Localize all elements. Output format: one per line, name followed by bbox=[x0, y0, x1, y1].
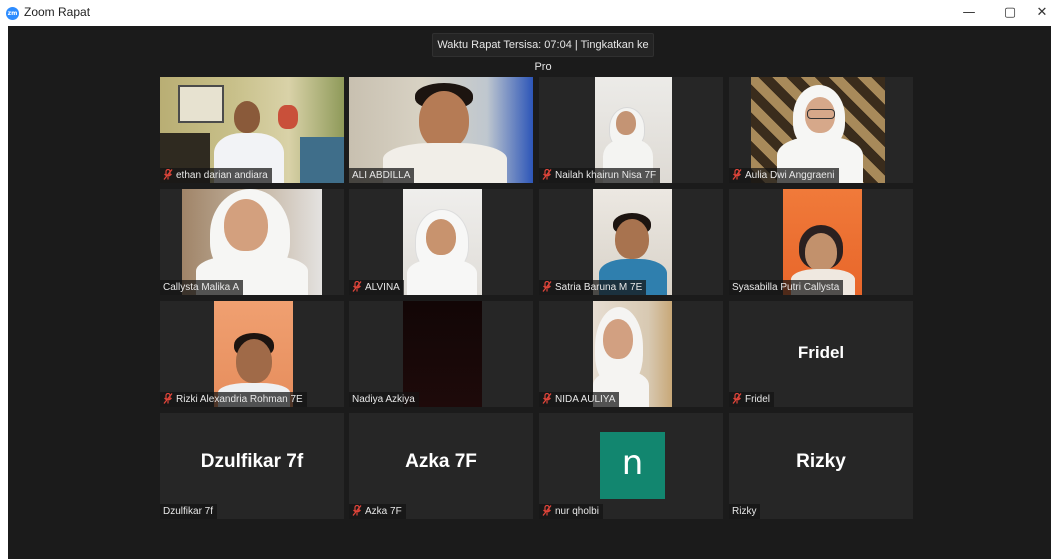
muted-mic-icon bbox=[542, 169, 552, 180]
participant-tile-rizky[interactable]: Rizky Rizky bbox=[729, 413, 913, 519]
participant-tile-callysta[interactable]: Callysta Malika A bbox=[160, 189, 344, 295]
participant-tile-dzulfikar[interactable]: Dzulfikar 7f Dzulfikar 7f bbox=[160, 413, 344, 519]
participant-name-tag: Azka 7F bbox=[349, 504, 406, 519]
close-button[interactable]: ✕ bbox=[1024, 2, 1059, 24]
participant-tile-rizki[interactable]: Rizki Alexandria Rohman 7E bbox=[160, 301, 344, 407]
participant-name: Azka 7F bbox=[365, 506, 402, 517]
participant-tile-syasabilla[interactable]: Syasabilla Putri Callysta bbox=[729, 189, 913, 295]
participant-name-tag: Aulia Dwi Anggraeni bbox=[729, 168, 839, 183]
participant-display-name: Dzulfikar 7f bbox=[200, 451, 304, 472]
muted-mic-icon bbox=[163, 393, 173, 404]
participant-name-tag: nur qholbi bbox=[539, 504, 603, 519]
participant-tile-fridel[interactable]: Fridel Fridel bbox=[729, 301, 913, 407]
participant-display-name: Azka 7F bbox=[405, 451, 477, 472]
muted-mic-icon bbox=[732, 393, 742, 404]
muted-mic-icon bbox=[163, 169, 173, 180]
maximize-button[interactable]: ▢ bbox=[992, 2, 1028, 24]
participant-name-tag: Nadiya Azkiya bbox=[349, 392, 419, 407]
participant-tile-ethan[interactable]: ethan darian andiara bbox=[160, 77, 344, 183]
participant-name: ALVINA bbox=[365, 282, 400, 293]
meeting-gallery-view: Waktu Rapat Tersisa: 07:04 | Tingkatkan … bbox=[8, 26, 1051, 559]
participant-name-tag: ALVINA bbox=[349, 280, 404, 295]
participant-tile-nur-qholbi[interactable]: n nur qholbi bbox=[539, 413, 723, 519]
window-titlebar: zm Zoom Rapat — ▢ ✕ bbox=[0, 0, 1059, 26]
participant-name: Rizki Alexandria Rohman 7E bbox=[176, 394, 303, 405]
participant-name-tag: NIDA AULIYA bbox=[539, 392, 620, 407]
participant-name: Satria Baruna M 7E bbox=[555, 282, 643, 293]
participant-name-tag: Syasabilla Putri Callysta bbox=[729, 280, 844, 295]
meeting-time-remaining-banner[interactable]: Waktu Rapat Tersisa: 07:04 | Tingkatkan … bbox=[432, 33, 654, 73]
participant-name-tag: ALI ABDILLA bbox=[349, 168, 415, 183]
participant-name: Nadiya Azkiya bbox=[352, 394, 415, 405]
participant-name: Syasabilla Putri Callysta bbox=[732, 282, 840, 293]
participant-name-tag: Callysta Malika A bbox=[160, 280, 244, 295]
participant-display-name: Fridel bbox=[797, 343, 845, 362]
participant-tile-aulia[interactable]: Aulia Dwi Anggraeni bbox=[729, 77, 913, 183]
participant-name-tag: Fridel bbox=[729, 392, 775, 407]
participant-name-tag: Dzulfikar 7f bbox=[160, 504, 218, 519]
participant-name-tag: Satria Baruna M 7E bbox=[539, 280, 647, 295]
participant-name: ethan darian andiara bbox=[176, 170, 268, 181]
window-title: Zoom Rapat bbox=[24, 5, 91, 19]
avatar: n bbox=[600, 432, 665, 499]
participant-name-tag: Rizki Alexandria Rohman 7E bbox=[160, 392, 307, 407]
muted-mic-icon bbox=[542, 393, 552, 404]
minimize-button[interactable]: — bbox=[951, 2, 987, 24]
participant-name: Nailah khairun Nisa 7F bbox=[555, 170, 657, 181]
participant-name: Aulia Dwi Anggraeni bbox=[745, 170, 835, 181]
participant-name-tag: Rizky bbox=[729, 504, 761, 519]
participant-name: Fridel bbox=[745, 394, 771, 405]
participant-name: Dzulfikar 7f bbox=[163, 506, 214, 517]
participant-name: nur qholbi bbox=[555, 506, 599, 517]
participant-tile-nida[interactable]: NIDA AULIYA bbox=[539, 301, 723, 407]
muted-mic-icon bbox=[352, 281, 362, 292]
participant-name: Rizky bbox=[732, 506, 757, 517]
participant-name: Callysta Malika A bbox=[163, 282, 240, 293]
zoom-app-icon: zm bbox=[6, 7, 19, 20]
muted-mic-icon bbox=[542, 281, 552, 292]
participant-tile-azka[interactable]: Azka 7F Azka 7F bbox=[349, 413, 533, 519]
muted-mic-icon bbox=[352, 505, 362, 516]
participant-tile-nadiya[interactable]: Nadiya Azkiya bbox=[349, 301, 533, 407]
participant-name: ALI ABDILLA bbox=[352, 170, 411, 181]
participant-name-tag: ethan darian andiara bbox=[160, 168, 272, 183]
participant-tile-alvina[interactable]: ALVINA bbox=[349, 189, 533, 295]
participant-name-tag: Nailah khairun Nisa 7F bbox=[539, 168, 661, 183]
participant-name: NIDA AULIYA bbox=[555, 394, 616, 405]
participant-display-name: Rizky bbox=[796, 451, 846, 472]
muted-mic-icon bbox=[732, 169, 742, 180]
muted-mic-icon bbox=[542, 505, 552, 516]
participant-tile-nailah[interactable]: Nailah khairun Nisa 7F bbox=[539, 77, 723, 183]
participant-tile-satria[interactable]: Satria Baruna M 7E bbox=[539, 189, 723, 295]
participant-video bbox=[403, 189, 482, 295]
participant-tile-ali-abdilla[interactable]: ALI ABDILLA bbox=[349, 77, 533, 183]
